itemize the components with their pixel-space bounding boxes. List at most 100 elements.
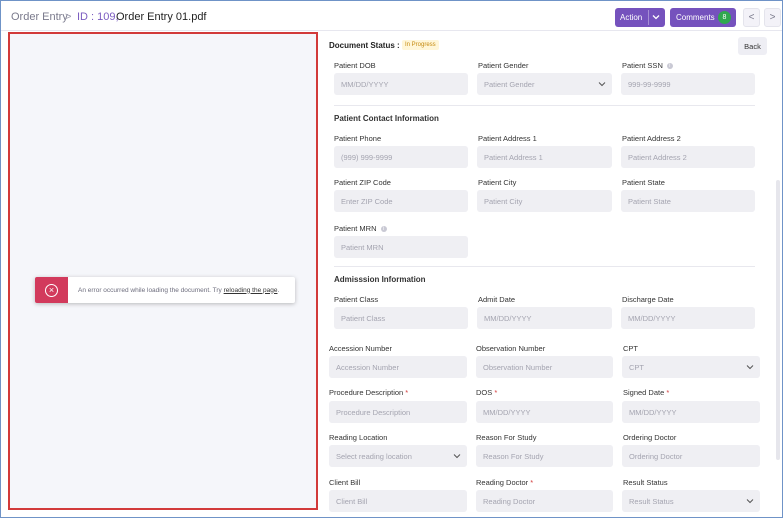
error-toast: × An error occurred while loading the do… xyxy=(35,277,295,303)
next-document-button[interactable]: > xyxy=(764,8,781,27)
cpt-placeholder: CPT xyxy=(629,362,644,372)
breadcrumb-file-name: Order Entry 01.pdf xyxy=(116,11,207,23)
breadcrumb-separator: > xyxy=(65,11,72,23)
dos-label-text: DOS xyxy=(476,388,493,397)
observation-number-field[interactable]: Observation Number xyxy=(476,356,613,378)
reading-doctor-label-text: Reading Doctor xyxy=(476,478,529,487)
reading-doctor-label: Reading Doctor * xyxy=(476,478,533,487)
info-icon[interactable]: i xyxy=(666,63,673,70)
admit-date-field[interactable]: MM/DD/YYYY xyxy=(477,307,612,329)
patient-ssn-label: Patient SSN i xyxy=(622,61,673,70)
result-status-placeholder: Result Status xyxy=(629,496,674,506)
document-viewer xyxy=(8,32,318,510)
document-status-label: Document Status : xyxy=(329,41,400,50)
reading-location-placeholder: Select reading location xyxy=(336,451,412,461)
patient-address2-field[interactable]: Patient Address 2 xyxy=(621,146,755,168)
signed-date-label: Signed Date * xyxy=(623,388,669,397)
ordering-doctor-field[interactable]: Ordering Doctor xyxy=(622,445,760,467)
dos-label: DOS * xyxy=(476,388,497,397)
patient-dob-label: Patient DOB xyxy=(334,61,376,70)
close-circle-icon[interactable]: × xyxy=(45,283,58,297)
section-divider xyxy=(334,105,755,106)
patient-address2-label: Patient Address 2 xyxy=(622,134,681,143)
patient-ssn-label-text: Patient SSN xyxy=(622,61,663,70)
signed-date-label-text: Signed Date xyxy=(623,388,665,397)
status-badge: In Progress xyxy=(402,40,439,50)
patient-zip-field[interactable]: Enter ZIP Code xyxy=(334,190,468,212)
signed-date-field[interactable]: MM/DD/YYYY xyxy=(622,401,760,423)
breadcrumb-id: ID : 109, xyxy=(77,11,119,23)
chevron-down-icon xyxy=(652,15,660,20)
patient-mrn-field[interactable]: Patient MRN xyxy=(334,236,468,258)
patient-gender-placeholder: Patient Gender xyxy=(484,79,535,89)
error-message: An error occurred while loading the docu… xyxy=(78,287,279,294)
chevron-right-icon: > xyxy=(769,12,776,23)
patient-ssn-field[interactable]: 999-99-9999 xyxy=(621,73,755,95)
patient-gender-label: Patient Gender xyxy=(478,61,529,70)
patient-address1-label: Patient Address 1 xyxy=(478,134,537,143)
patient-gender-select[interactable]: Patient Gender xyxy=(477,73,612,95)
action-button-divider xyxy=(648,10,649,25)
action-button-label: Action xyxy=(620,13,643,22)
patient-phone-label: Patient Phone xyxy=(334,134,382,143)
action-button[interactable]: Action xyxy=(615,8,665,27)
breadcrumb-order-entry[interactable]: Order Entry xyxy=(11,11,68,23)
result-status-label: Result Status xyxy=(623,478,668,487)
required-marker: * xyxy=(405,388,409,397)
reason-for-study-label: Reason For Study xyxy=(476,433,537,442)
chevron-down-icon xyxy=(598,82,606,87)
client-bill-label: Client Bill xyxy=(329,478,361,487)
patient-dob-field[interactable]: MM/DD/YYYY xyxy=(334,73,468,95)
procedure-description-field[interactable]: Procedure Description xyxy=(329,401,467,423)
form-scrollbar[interactable] xyxy=(776,180,780,460)
comments-button[interactable]: Comments 8 xyxy=(670,8,736,27)
reading-doctor-field[interactable]: Reading Doctor xyxy=(476,490,613,512)
error-text: An error occurred while loading the docu… xyxy=(78,286,222,294)
reading-location-label: Reading Location xyxy=(329,433,388,442)
patient-zip-label: Patient ZIP Code xyxy=(334,178,391,187)
ordering-doctor-label: Ordering Doctor xyxy=(623,433,677,442)
patient-mrn-label: Patient MRN i xyxy=(334,224,387,233)
observation-number-label: Observation Number xyxy=(476,344,546,353)
patient-state-label: Patient State xyxy=(622,178,665,187)
comments-button-label: Comments xyxy=(676,13,715,22)
info-icon[interactable]: i xyxy=(380,226,387,233)
client-bill-field[interactable]: Client Bill xyxy=(329,490,467,512)
required-marker: * xyxy=(530,478,534,487)
accession-number-field[interactable]: Accession Number xyxy=(329,356,467,378)
patient-city-label: Patient City xyxy=(478,178,517,187)
accession-number-label: Accession Number xyxy=(329,344,392,353)
top-bar: Order Entry > ID : 109, Order Entry 01.p… xyxy=(1,1,782,31)
discharge-date-field[interactable]: MM/DD/YYYY xyxy=(621,307,755,329)
patient-state-field[interactable]: Patient State xyxy=(621,190,755,212)
patient-mrn-label-text: Patient MRN xyxy=(334,224,377,233)
procedure-description-label-text: Procedure Description xyxy=(329,388,404,397)
contact-section-title: Patient Contact Information xyxy=(334,114,439,123)
chevron-left-icon: < xyxy=(748,12,755,23)
reload-page-link[interactable]: reloading the page xyxy=(224,287,278,294)
previous-document-button[interactable]: < xyxy=(743,8,760,27)
procedure-description-label: Procedure Description * xyxy=(329,388,408,397)
dos-field[interactable]: MM/DD/YYYY xyxy=(476,401,613,423)
chevron-down-icon xyxy=(746,499,754,504)
close-glyph: × xyxy=(48,284,55,295)
chevron-down-icon xyxy=(746,365,754,370)
patient-class-field[interactable]: Patient Class xyxy=(334,307,468,329)
required-marker: * xyxy=(494,388,498,397)
section-divider xyxy=(334,266,755,267)
reason-for-study-field[interactable]: Reason For Study xyxy=(476,445,613,467)
admit-date-label: Admit Date xyxy=(478,295,516,304)
patient-phone-field[interactable]: (999) 999-9999 xyxy=(334,146,468,168)
admission-section-title: Admisssion Information xyxy=(334,275,426,284)
back-button[interactable]: Back xyxy=(738,37,767,55)
chevron-down-icon xyxy=(453,454,461,459)
error-text-tail: . xyxy=(277,286,280,294)
patient-address1-field[interactable]: Patient Address 1 xyxy=(477,146,612,168)
patient-city-field[interactable]: Patient City xyxy=(477,190,612,212)
error-icon-box: × xyxy=(35,277,68,303)
result-status-select[interactable]: Result Status xyxy=(622,490,760,512)
reading-location-select[interactable]: Select reading location xyxy=(329,445,467,467)
comments-count-badge: 8 xyxy=(718,11,731,24)
cpt-select[interactable]: CPT xyxy=(622,356,760,378)
patient-class-label: Patient Class xyxy=(334,295,379,304)
